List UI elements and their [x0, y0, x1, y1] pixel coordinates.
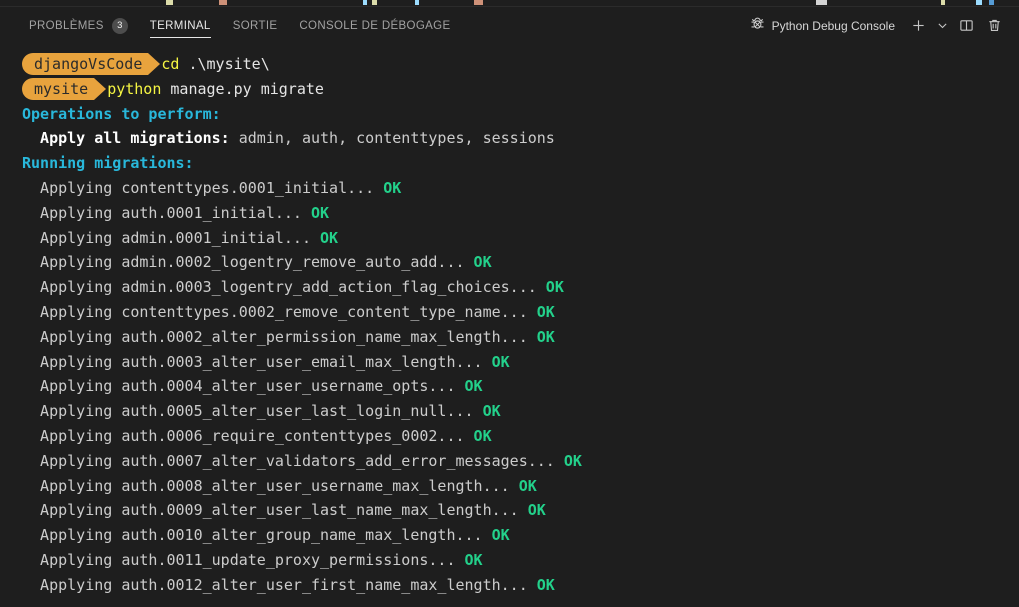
terminal-output[interactable]: djangoVsCode cd .\mysite\ mysite python … — [0, 45, 1019, 607]
migration-name: Applying auth.0004_alter_user_username_o… — [22, 377, 456, 396]
migration-line: Applying auth.0011_update_proxy_permissi… — [0, 548, 1019, 573]
new-terminal-button[interactable] — [905, 13, 931, 39]
tab-output[interactable]: SORTIE — [222, 7, 289, 44]
migration-line-list: Applying contenttypes.0001_initial... OK… — [0, 176, 1019, 598]
migration-status: OK — [509, 476, 537, 495]
bug-icon — [750, 17, 765, 35]
migration-status: OK — [374, 178, 402, 197]
tab-terminal-label: TERMINAL — [149, 19, 211, 32]
migration-status: OK — [518, 501, 546, 520]
migration-status: OK — [473, 402, 501, 421]
migration-line: Applying contenttypes.0001_initial... OK — [0, 176, 1019, 201]
migration-line: Applying admin.0002_logentry_remove_auto… — [0, 250, 1019, 275]
migration-status: OK — [554, 451, 582, 470]
migration-line: Applying auth.0012_alter_user_first_name… — [0, 573, 1019, 598]
migration-line: Applying admin.0001_initial... OK — [0, 226, 1019, 251]
migration-line: Applying auth.0006_require_contenttypes_… — [0, 424, 1019, 449]
tab-debug-console[interactable]: CONSOLE DE DÉBOGAGE — [288, 7, 461, 44]
tab-debug-console-label: CONSOLE DE DÉBOGAGE — [299, 19, 451, 32]
migration-line: Applying auth.0010_alter_group_name_max_… — [0, 523, 1019, 548]
migration-name: Applying admin.0001_initial... — [22, 228, 311, 247]
migration-line: Applying auth.0001_initial... OK — [0, 201, 1019, 226]
output-apply-line: Apply all migrations: admin, auth, conte… — [22, 129, 555, 148]
migration-line: Applying admin.0003_logentry_add_action_… — [0, 275, 1019, 300]
migration-name: Applying auth.0010_alter_group_name_max_… — [22, 526, 483, 545]
migration-status: OK — [482, 526, 510, 545]
migration-name: Applying auth.0007_alter_validators_add_… — [22, 451, 555, 470]
migration-status: OK — [482, 352, 510, 371]
tab-output-label: SORTIE — [232, 19, 278, 32]
tab-terminal[interactable]: TERMINAL — [139, 7, 222, 44]
migration-status: OK — [310, 228, 339, 247]
migration-line: Applying auth.0007_alter_validators_add_… — [0, 449, 1019, 474]
migration-status: OK — [464, 426, 492, 445]
output-header-operations: Operations to perform: — [22, 104, 221, 123]
migration-status: OK — [527, 575, 555, 594]
migration-name: Applying admin.0003_logentry_add_action_… — [22, 278, 537, 297]
tab-problems[interactable]: PROBLÈMES 3 — [18, 7, 139, 44]
migration-name: Applying contenttypes.0001_initial... — [22, 178, 375, 197]
migration-name: Applying auth.0005_alter_user_last_login… — [22, 402, 474, 421]
migration-line: Applying auth.0002_alter_permission_name… — [0, 325, 1019, 350]
migration-status: OK — [301, 203, 330, 222]
chevron-down-icon[interactable] — [933, 13, 951, 39]
migration-name: Applying admin.0002_logentry_remove_auto… — [22, 253, 465, 272]
migration-line: Applying auth.0008_alter_user_username_m… — [0, 474, 1019, 499]
migration-status: OK — [527, 302, 555, 321]
migration-status: OK — [464, 253, 492, 272]
migration-status: OK — [527, 327, 555, 346]
split-terminal-icon[interactable] — [953, 13, 979, 39]
migration-name: Applying auth.0008_alter_user_username_m… — [22, 476, 510, 495]
migration-line: Applying auth.0004_alter_user_username_o… — [0, 374, 1019, 399]
command-text: python manage.py migrate — [107, 79, 324, 98]
migration-name: Applying contenttypes.0002_remove_conten… — [22, 302, 528, 321]
migration-name: Applying auth.0006_require_contenttypes_… — [22, 426, 465, 445]
migration-line: Applying contenttypes.0002_remove_conten… — [0, 300, 1019, 325]
migration-line: Applying auth.0005_alter_user_last_login… — [0, 399, 1019, 424]
migration-name: Applying auth.0009_alter_user_last_name_… — [22, 501, 519, 520]
panel-actions: Python Debug Console — [746, 7, 1011, 44]
panel-tab-bar: PROBLÈMES 3 TERMINAL SORTIE CONSOLE DE D… — [0, 7, 1019, 45]
prompt-segment-env: mysite — [22, 78, 107, 101]
panel-tabs: PROBLÈMES 3 TERMINAL SORTIE CONSOLE DE D… — [18, 7, 461, 44]
prompt-line: djangoVsCode cd .\mysite\ — [0, 52, 1019, 77]
editor-sliver — [0, 0, 1019, 7]
migration-name: Applying auth.0002_alter_permission_name… — [22, 327, 528, 346]
tab-problems-label: PROBLÈMES — [29, 19, 104, 32]
migration-name: Applying auth.0001_initial... — [22, 203, 302, 222]
command-text: cd .\mysite\ — [161, 55, 270, 73]
output-header-running: Running migrations: — [22, 154, 194, 173]
migration-line: Applying auth.0003_alter_user_email_max_… — [0, 350, 1019, 375]
active-terminal-label: Python Debug Console — [771, 18, 895, 33]
migration-name: Applying auth.0011_update_proxy_permissi… — [22, 550, 456, 569]
problems-count-badge: 3 — [111, 17, 128, 34]
prompt-line: mysite python manage.py migrate — [0, 77, 1019, 102]
migration-status: OK — [455, 550, 483, 569]
prompt-segment-env: djangoVsCode — [22, 53, 161, 76]
migration-name: Applying auth.0003_alter_user_email_max_… — [22, 352, 483, 371]
kill-terminal-icon[interactable] — [981, 13, 1007, 39]
migration-line: Applying auth.0009_alter_user_last_name_… — [0, 498, 1019, 523]
migration-name: Applying auth.0012_alter_user_first_name… — [22, 575, 528, 594]
active-terminal-selector[interactable]: Python Debug Console — [746, 17, 903, 35]
migration-status: OK — [455, 377, 483, 396]
migration-status: OK — [536, 278, 564, 297]
